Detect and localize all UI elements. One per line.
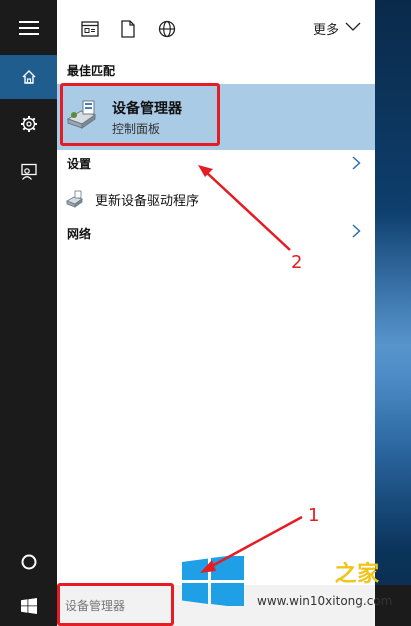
- documents-filter-button[interactable]: [117, 18, 139, 40]
- search-results-panel: 更多 最佳匹配 设备管理器 控制面板 设置 更新设备驱动程序 网络: [57, 0, 375, 585]
- logo-url: www.win10xitong.com: [257, 594, 393, 608]
- chevron-right-icon[interactable]: [352, 156, 361, 170]
- hamburger-menu-button[interactable]: [0, 6, 57, 50]
- logo-title: Win10之家: [254, 556, 380, 588]
- web-filter-button[interactable]: [156, 18, 178, 40]
- chevron-down-icon[interactable]: [345, 22, 361, 32]
- device-driver-icon: [66, 190, 83, 208]
- app-window-icon: [81, 21, 99, 37]
- callout-number-2: 2: [291, 252, 303, 273]
- windows-logo-icon: [20, 597, 37, 614]
- windows-logo-icon: [182, 556, 244, 606]
- cortana-button[interactable]: [0, 540, 57, 584]
- settings-nav-button[interactable]: [0, 102, 57, 146]
- desktop-wallpaper: [375, 0, 411, 626]
- callout-number-1: 1: [308, 505, 320, 526]
- update-driver-label: 更新设备驱动程序: [95, 194, 200, 209]
- update-driver-item[interactable]: 更新设备驱动程序: [65, 188, 365, 210]
- settings-heading[interactable]: 设置: [67, 155, 91, 172]
- wallpaper-light-beam: [375, 210, 411, 550]
- apps-filter-button[interactable]: [79, 18, 101, 40]
- home-icon: [22, 70, 35, 84]
- best-match-heading: 最佳匹配: [67, 64, 116, 78]
- more-filters-label[interactable]: 更多: [313, 19, 339, 38]
- network-heading[interactable]: 网络: [67, 225, 91, 242]
- feedback-person-icon: [20, 163, 37, 180]
- win10-logo-watermark: Win10之家 www.win10xitong.com: [172, 546, 411, 626]
- start-menu-left-strip: [0, 0, 57, 585]
- annotation-highlight-box-search: [57, 583, 174, 626]
- home-button[interactable]: [0, 55, 57, 99]
- feedback-button[interactable]: [0, 150, 57, 194]
- annotation-highlight-box-result: [60, 83, 220, 146]
- cortana-circle-icon: [21, 554, 36, 570]
- gear-icon: [20, 116, 37, 132]
- logo-brand: Win10: [254, 562, 335, 587]
- logo-brand-suffix: 之家: [334, 562, 380, 587]
- document-icon: [121, 20, 135, 38]
- chevron-right-icon[interactable]: [352, 224, 361, 238]
- hamburger-icon: [18, 21, 39, 35]
- start-button[interactable]: [0, 585, 57, 626]
- filter-toolbar: 更多: [57, 0, 375, 56]
- globe-icon: [158, 20, 176, 38]
